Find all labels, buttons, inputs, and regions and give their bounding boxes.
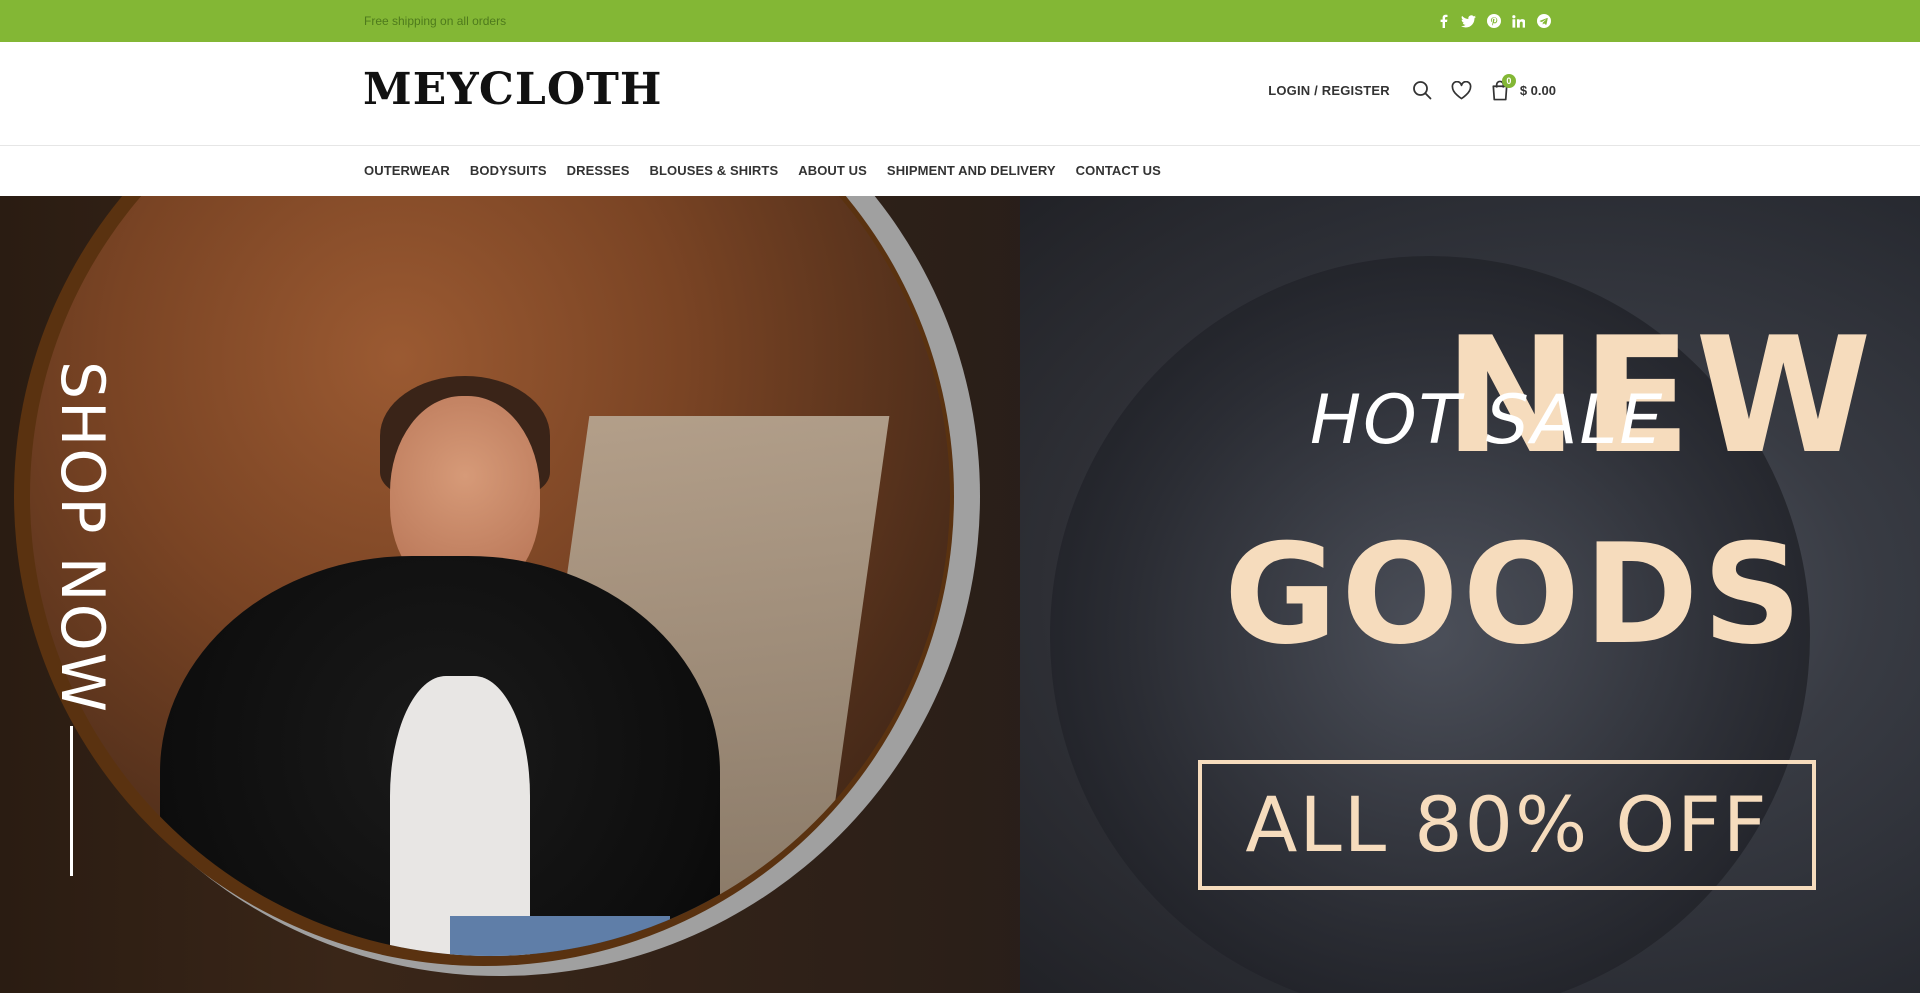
main-nav: OUTERWEAR BODYSUITS DRESSES BLOUSES & SH… [0,146,1920,196]
search-icon[interactable] [1410,78,1434,102]
photo-shirt [390,676,530,956]
nav-item-shipment-delivery[interactable]: SHIPMENT AND DELIVERY [887,163,1056,178]
header-actions: LOGIN / REGISTER 0 $ 0.00 [1268,73,1556,102]
hero-headline-goods: GOODS [1224,514,1806,675]
site-logo[interactable]: MEYCLOTH [363,64,662,115]
promo-text: Free shipping on all orders [364,14,507,28]
site-header: MEYCLOTH LOGIN / REGISTER 0 $ 0.00 [0,42,1920,146]
shop-now-text: SHOP NOW [47,361,117,715]
facebook-icon[interactable] [1436,12,1451,30]
hero-offer-text: ALL 80% OFF [1245,780,1769,869]
nav-item-dresses[interactable]: DRESSES [567,163,630,178]
shop-now-link[interactable]: SHOP NOW [47,336,117,756]
wishlist-heart-icon[interactable] [1450,78,1474,102]
hero-hot-sale: HOT SALE [1310,381,1665,460]
hero-model-photo [30,196,950,956]
hero-offer-box: ALL 80% OFF [1198,760,1816,890]
shop-now-line [70,726,73,876]
telegram-icon[interactable] [1536,12,1551,30]
cart-amount: $ 0.00 [1519,82,1556,98]
nav-item-about-us[interactable]: ABOUT US [798,163,867,178]
twitter-icon[interactable] [1461,12,1476,30]
nav-item-bodysuits[interactable]: BODYSUITS [470,163,547,178]
nav-item-blouses-shirts[interactable]: BLOUSES & SHIRTS [649,163,778,178]
cart-count-badge: 0 [1501,73,1516,88]
cart-button[interactable]: 0 $ 0.00 [1490,73,1556,101]
photo-jeans [450,916,670,956]
nav-item-contact-us[interactable]: CONTACT US [1076,163,1161,178]
linkedin-icon[interactable] [1511,12,1526,30]
social-links [1436,12,1551,30]
hero-banner[interactable]: SHOP NOW NEW HOT SALE GOODS ALL 80% OFF [0,196,1920,993]
top-bar: Free shipping on all orders [0,0,1920,42]
nav-item-outerwear[interactable]: OUTERWEAR [364,163,450,178]
pinterest-icon[interactable] [1486,12,1501,30]
login-register-link[interactable]: LOGIN / REGISTER [1268,83,1390,98]
